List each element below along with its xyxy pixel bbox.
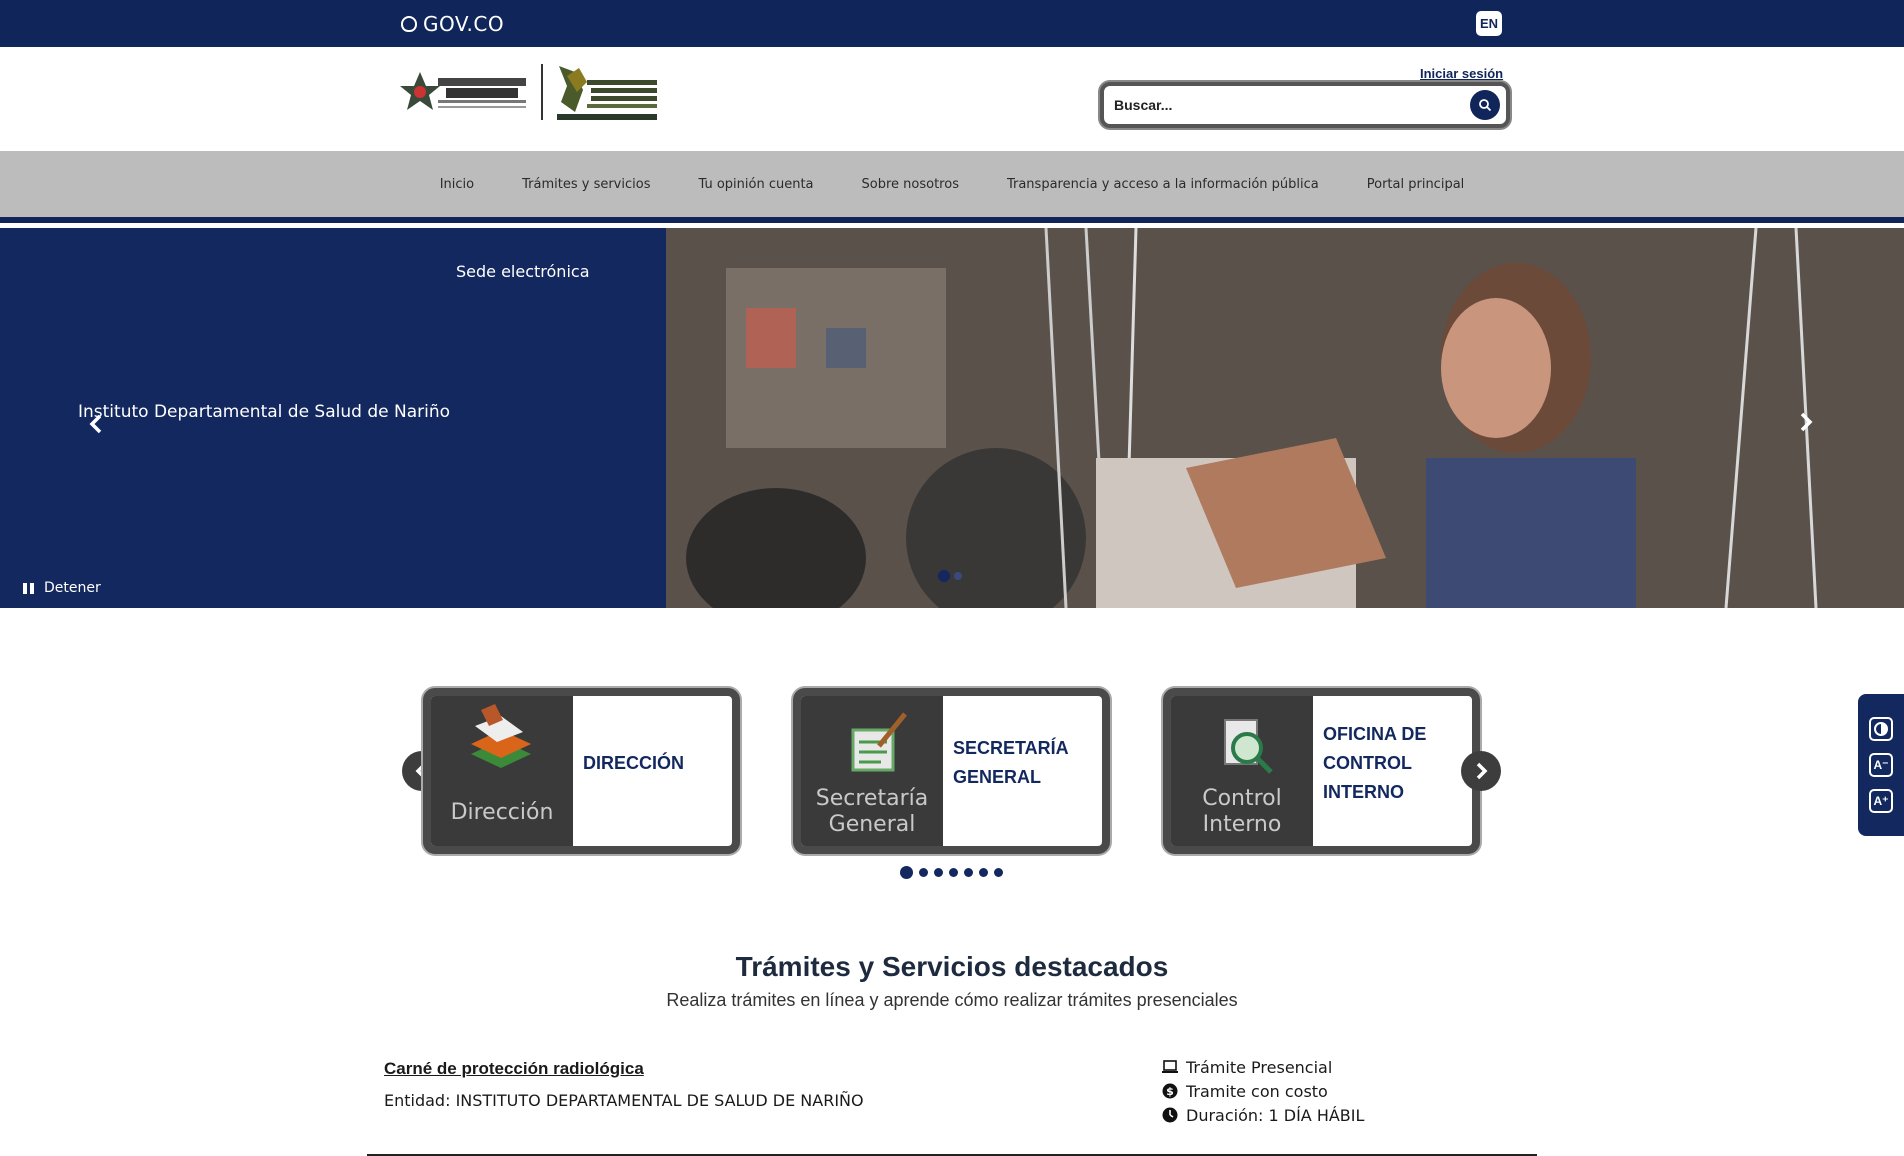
procedure-link[interactable]: Carné de protección radiológica — [384, 1059, 644, 1079]
shield-icon — [401, 16, 417, 32]
govco-bar: GOV.CO EN — [0, 0, 1904, 47]
dollar-icon: $ — [1162, 1083, 1178, 1099]
hero-dot-1[interactable] — [938, 570, 950, 582]
ids-logo[interactable] — [553, 62, 663, 124]
hero-title: Instituto Departamental de Salud de Nari… — [78, 402, 451, 422]
card-image-label-line2: General — [828, 812, 916, 837]
card-image-direccion: Dirección — [431, 696, 573, 846]
card-direccion[interactable]: Dirección DIRECCIÓN — [423, 688, 740, 854]
card-control-interno[interactable]: Control Interno OFICINA DE CONTROL INTER… — [1163, 688, 1480, 854]
chevron-right-icon — [1800, 412, 1813, 432]
procedure-meta: Trámite Presencial $ Tramite con costo D… — [1162, 1057, 1365, 1125]
section-subtitle: Realiza trámites en línea y aprende cómo… — [666, 990, 1238, 1010]
cards-dot-4[interactable] — [949, 868, 958, 877]
main-nav: Inicio Trámites y servicios Tu opinión c… — [0, 151, 1904, 223]
card-image-label-line1: Control — [1202, 786, 1282, 811]
cards-dot-6[interactable] — [979, 868, 988, 877]
card-image-secretaria: Secretaría General — [801, 696, 943, 846]
language-button[interactable]: EN — [1476, 11, 1502, 36]
cards-dot-2[interactable] — [919, 868, 928, 877]
nav-item-opinion[interactable]: Tu opinión cuenta — [674, 177, 837, 192]
logo-separator — [541, 64, 543, 120]
search-input[interactable] — [1114, 97, 1454, 113]
search-icon — [1479, 99, 1492, 112]
hero-kicker: Sede electrónica — [456, 262, 590, 281]
card-image-label-line2: Interno — [1202, 812, 1282, 837]
nav-item-inicio[interactable]: Inicio — [416, 177, 498, 192]
govco-brand: GOV.CO — [423, 12, 505, 36]
login-link[interactable]: Iniciar sesión — [1420, 66, 1503, 81]
cards-dot-1[interactable] — [900, 866, 913, 879]
search-box — [1100, 82, 1510, 128]
procedure-cost: $ Tramite con costo — [1162, 1081, 1364, 1101]
cards-dot-7[interactable] — [994, 868, 1003, 877]
nav-item-transparencia[interactable]: Transparencia y acceso a la información … — [983, 177, 1343, 192]
hero-prev-button[interactable] — [88, 410, 104, 442]
contrast-button[interactable] — [1869, 717, 1893, 741]
cards-dot-5[interactable] — [964, 868, 973, 877]
gobernacion-logo[interactable] — [398, 64, 530, 122]
contrast-icon — [1874, 722, 1888, 736]
procedure-mode: Trámite Presencial — [1162, 1057, 1364, 1077]
govco-logo[interactable]: GOV.CO — [401, 12, 504, 36]
pause-icon — [23, 582, 34, 594]
card-title: DIRECCIÓN — [583, 753, 685, 773]
hero-photo — [666, 228, 1904, 608]
nav-item-sobre-nosotros[interactable]: Sobre nosotros — [838, 177, 983, 192]
card-title: OFICINA DE CONTROL INTERNO — [1323, 724, 1427, 802]
font-decrease-icon: A⁻ — [1873, 758, 1889, 772]
section-title: Trámites y Servicios destacados — [735, 951, 1169, 982]
chevron-right-icon — [1476, 762, 1488, 780]
font-decrease-button[interactable]: A⁻ — [1869, 753, 1893, 777]
procedure-entity: Entidad: INSTITUTO DEPARTAMENTAL DE SALU… — [384, 1091, 864, 1110]
card-image-label: Dirección — [450, 800, 554, 825]
procedure-cost-label: Tramite con costo — [1186, 1081, 1328, 1101]
chevron-left-icon — [89, 414, 102, 434]
card-secretaria-general[interactable]: Secretaría General SECRETARÍA GENERAL — [793, 688, 1110, 854]
font-increase-button[interactable]: A⁺ — [1869, 789, 1893, 813]
hero-slider: Sede electrónica Instituto Departamental… — [0, 228, 1904, 608]
card-image-label-line1: Secretaría — [815, 786, 929, 811]
cards-pagination — [900, 866, 1003, 879]
pause-button[interactable]: Detener — [15, 570, 107, 606]
cards-dot-3[interactable] — [934, 868, 943, 877]
card-title: SECRETARÍA GENERAL — [953, 738, 1069, 787]
procedure-duration: Duración: 1 DÍA HÁBIL — [1162, 1105, 1365, 1125]
hero-dot-2[interactable] — [954, 572, 962, 580]
search-button[interactable] — [1470, 90, 1500, 120]
nav-item-portal[interactable]: Portal principal — [1343, 177, 1489, 192]
svg-text:$: $ — [1166, 1085, 1174, 1098]
font-increase-icon: A⁺ — [1873, 794, 1889, 808]
hero-pagination — [938, 570, 962, 582]
card-image-control: Control Interno — [1171, 696, 1313, 846]
pause-label: Detener — [44, 580, 101, 596]
site-header — [0, 47, 1904, 151]
nav-item-tramites[interactable]: Trámites y servicios — [498, 177, 674, 192]
clock-icon — [1162, 1107, 1178, 1123]
procedure-duration-label: Duración: 1 DÍA HÁBIL — [1186, 1105, 1365, 1125]
cards-next-button[interactable] — [1461, 751, 1501, 791]
hero-next-button[interactable] — [1798, 408, 1814, 440]
laptop-icon — [1162, 1059, 1178, 1075]
accessibility-panel: A⁻ A⁺ — [1858, 694, 1904, 836]
procedure-mode-label: Trámite Presencial — [1186, 1057, 1333, 1077]
